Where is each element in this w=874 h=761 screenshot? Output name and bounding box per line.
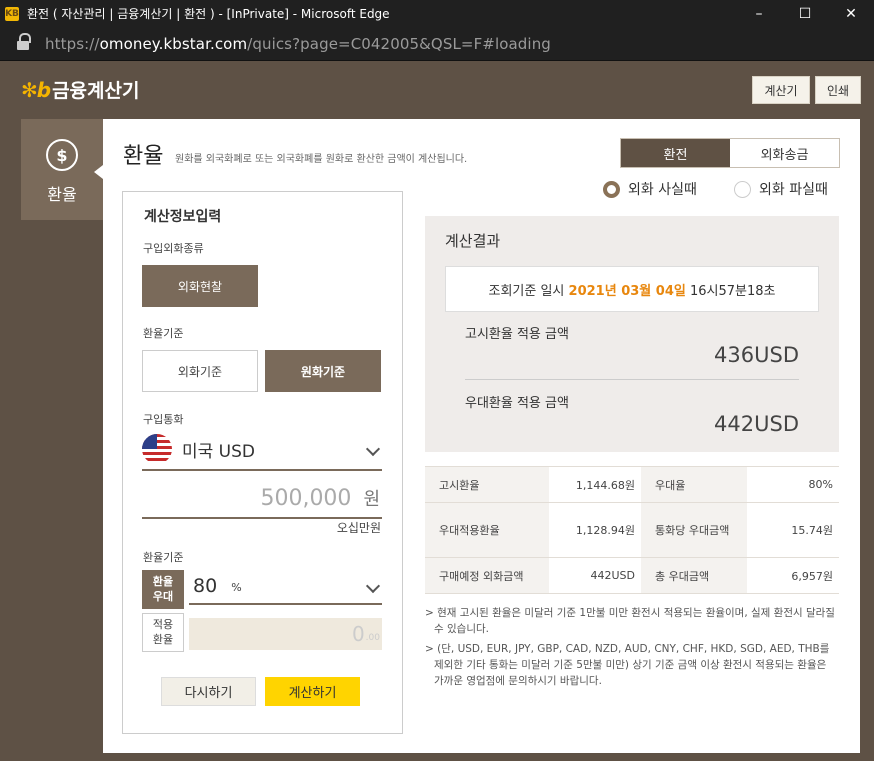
preference-amount-label: 우대환율 적용 금액 — [465, 396, 569, 411]
date-highlight: 2021년 03월 04일 — [568, 283, 686, 299]
sidebar-item-exchange[interactable]: $ 환율 — [21, 119, 103, 220]
amount-value: 500,000 — [260, 485, 352, 511]
date-prefix: 조회기준 일시 — [488, 283, 565, 299]
result-title: 계산결과 — [445, 232, 501, 250]
currency-exchange-icon: $ — [46, 139, 78, 171]
kb-logo-icon: ✻b — [21, 77, 51, 102]
table-cell: 구매예정 외화금액 — [425, 557, 549, 594]
table-cell: 고시환율 — [425, 466, 549, 503]
radio-buy-option[interactable]: 외화 사실때 — [603, 179, 697, 199]
lock-icon[interactable] — [17, 32, 31, 50]
notice-amount-value: 436USD — [714, 343, 799, 367]
result-section: 계산결과 조회기준 일시 2021년 03월 04일 16시57분18초 고시환… — [425, 216, 839, 452]
table-cell: 총 우대금액 — [641, 557, 747, 594]
url-host: omoney.kbstar.com — [99, 34, 248, 53]
preference-rate-select[interactable]: 80 % — [189, 568, 382, 605]
amount-input[interactable]: 500,000 원 — [142, 479, 382, 519]
browser-titlebar: KB 환전 ( 자산관리 | 금융계산기 | 환전 ) - [InPrivate… — [0, 0, 874, 27]
address-bar[interactable]: https://omoney.kbstar.com/quics?page=C04… — [0, 27, 874, 61]
radio-sell-option[interactable]: 외화 파실때 — [734, 179, 828, 199]
rate-table: 고시환율 1,144.68원 우대율 80% 우대적용환율 1,128.94원 … — [425, 466, 839, 594]
app-title: 금융계산기 — [52, 80, 140, 102]
kb-favicon-icon: KB — [5, 6, 19, 21]
buy-type-label: 구입외화종류 — [143, 242, 204, 255]
radio-sell-label: 외화 파실때 — [759, 182, 828, 198]
table-row: 구매예정 외화금액 442USD 총 우대금액 6,957원 — [425, 557, 839, 594]
table-cell: 80% — [747, 466, 839, 503]
us-flag-icon — [142, 434, 172, 464]
applied-rate-input[interactable]: 0 .00 — [189, 618, 382, 650]
preference-amount-value: 442USD — [714, 412, 799, 436]
preference-rate-value: 80 — [193, 574, 218, 597]
url-path: /quics?page=C042005&QSL=F#loading — [247, 34, 551, 53]
notes-section: > 현재 고시된 환율은 미달러 기준 1만불 미만 환전시 적용되는 환율이며… — [425, 605, 839, 692]
chevron-down-icon[interactable] — [365, 441, 381, 457]
calculate-button[interactable]: 계산하기 — [265, 677, 360, 706]
basis-label: 환율기준 — [143, 327, 184, 340]
tab-exchange[interactable]: 환전 — [621, 139, 730, 167]
table-cell: 15.74원 — [747, 502, 839, 558]
table-row: 고시환율 1,144.68원 우대율 80% — [425, 466, 839, 503]
url-scheme: https:// — [45, 34, 100, 53]
main-panel: 환율 원화를 외국화폐로 또는 외국화폐를 원화로 환산한 금액이 계산됩니다.… — [103, 119, 860, 753]
amount-unit: 원 — [363, 489, 380, 510]
note-item: > 현재 고시된 환율은 미달러 기준 1만불 미만 환전시 적용되는 환율이며… — [425, 607, 835, 636]
input-section: 계산정보입력 구입외화종류 외화현찰 환율기준 외화기준 원화기준 구입통화 미… — [122, 191, 403, 734]
print-button[interactable]: 인쇄 — [815, 76, 861, 104]
table-cell: 1,144.68원 — [549, 466, 641, 503]
table-cell: 우대적용환율 — [425, 502, 549, 558]
sidebar-item-label: 환율 — [47, 185, 77, 204]
applied-rate-decimal: .00 — [365, 633, 380, 643]
table-cell: 6,957원 — [747, 557, 839, 594]
radio-buy-checked[interactable] — [603, 180, 620, 198]
input-section-title: 계산정보입력 — [144, 209, 222, 225]
table-cell: 통화당 우대금액 — [641, 502, 747, 558]
page-description: 원화를 외국화폐로 또는 외국화폐를 원화로 환산한 금액이 계산됩니다. — [175, 154, 468, 165]
tab-remittance[interactable]: 외화송금 — [730, 139, 839, 167]
preference-rate-unit: % — [231, 581, 242, 594]
applied-rate-tag: 적용 환율 — [142, 613, 184, 652]
radio-buy-label: 외화 사실때 — [628, 182, 697, 198]
app-logo: ✻b 금융계산기 — [21, 76, 139, 103]
rate-basis-label: 환율기준 — [143, 551, 184, 564]
table-row: 우대적용환율 1,128.94원 통화당 우대금액 15.74원 — [425, 502, 839, 558]
minimize-button[interactable]: – — [736, 0, 782, 27]
date-time: 16시57분18초 — [689, 283, 776, 299]
result-divider — [465, 379, 799, 380]
note-item: > (단, USD, EUR, JPY, GBP, CAD, NZD, AUD,… — [425, 642, 830, 688]
reset-button[interactable]: 다시하기 — [161, 677, 256, 706]
foreign-basis-button[interactable]: 외화기준 — [142, 350, 258, 392]
table-cell: 1,128.94원 — [549, 502, 641, 558]
applied-rate-value: 0 — [351, 622, 365, 646]
radio-sell[interactable] — [734, 180, 751, 198]
calculator-button[interactable]: 계산기 — [752, 76, 810, 104]
mode-tabs: 환전 외화송금 — [620, 138, 840, 168]
maximize-button[interactable]: ☐ — [782, 0, 828, 27]
url-text[interactable]: https://omoney.kbstar.com/quics?page=C04… — [45, 35, 551, 53]
query-datetime: 조회기준 일시 2021년 03월 04일 16시57분18초 — [445, 266, 819, 312]
window-title: 환전 ( 자산관리 | 금융계산기 | 환전 ) - [InPrivate] -… — [27, 7, 390, 21]
table-cell: 우대율 — [641, 466, 747, 503]
close-button[interactable]: ✕ — [828, 0, 874, 27]
notice-amount-label: 고시환율 적용 금액 — [465, 327, 569, 342]
table-cell: 442USD — [549, 557, 641, 594]
page-title: 환율 — [123, 144, 164, 169]
currency-label: 구입통화 — [143, 413, 184, 426]
currency-select[interactable]: 미국 USD — [142, 429, 382, 471]
chevron-down-icon[interactable] — [365, 578, 381, 593]
cash-button[interactable]: 외화현찰 — [142, 265, 258, 307]
active-tab-pointer — [94, 165, 103, 179]
won-basis-button[interactable]: 원화기준 — [265, 350, 381, 392]
preference-tag: 환율 우대 — [142, 570, 184, 609]
currency-value: 미국 USD — [182, 441, 256, 462]
amount-korean-text: 오십만원 — [336, 521, 381, 535]
